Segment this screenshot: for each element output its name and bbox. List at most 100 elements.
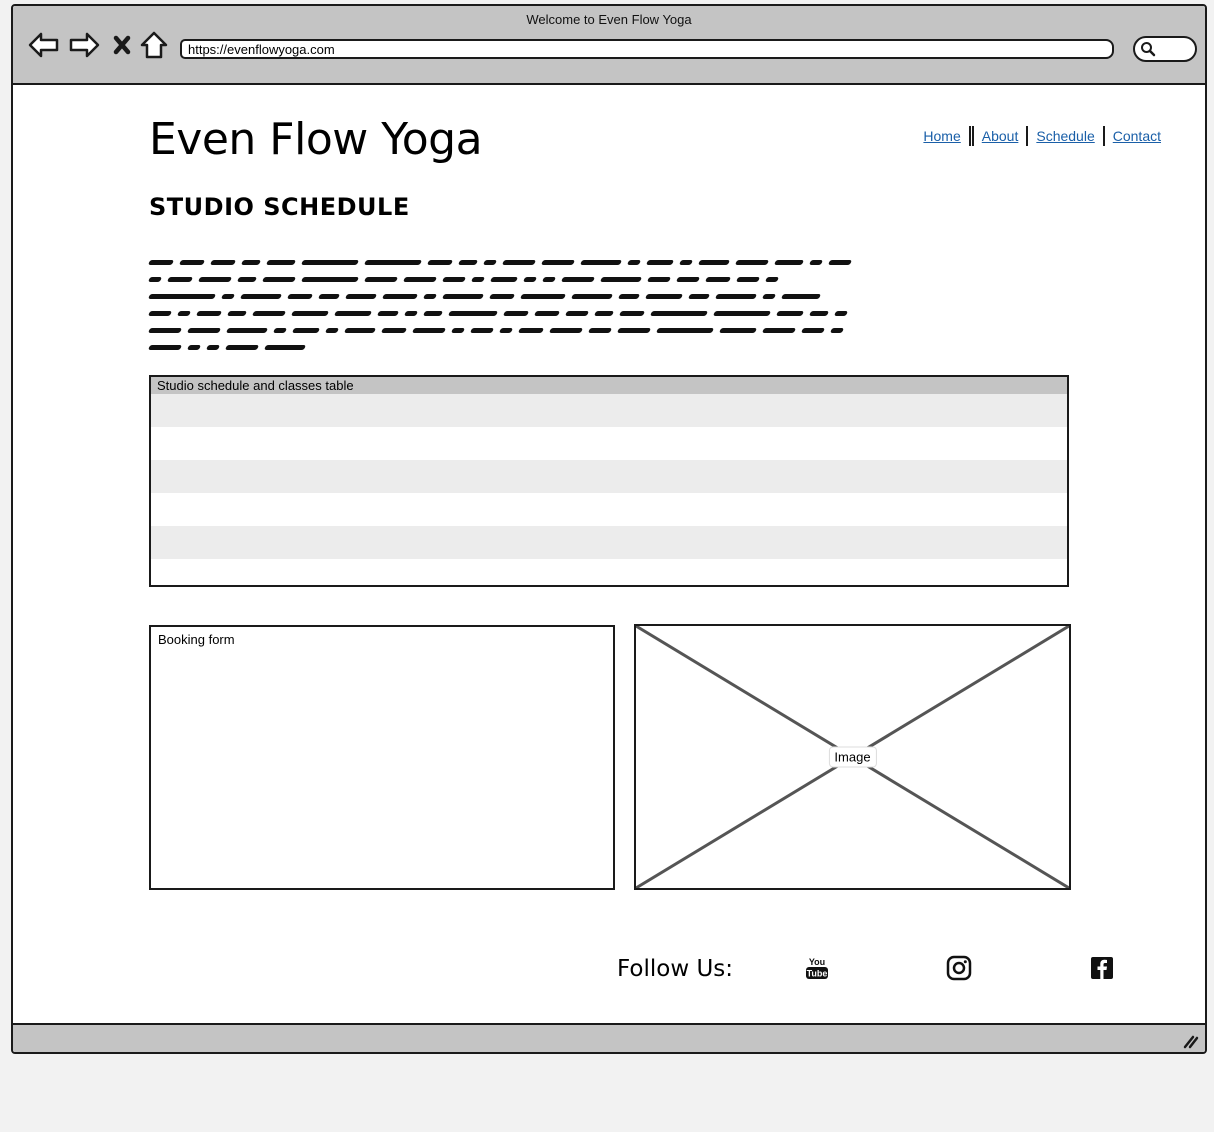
browser-statusbar (13, 1023, 1205, 1052)
placeholder-word (655, 328, 715, 333)
placeholder-text-line (147, 322, 1061, 339)
placeholder-word (697, 260, 731, 265)
placeholder-word (447, 311, 499, 316)
placeholder-word (579, 260, 623, 265)
placeholder-word (587, 328, 613, 333)
forward-arrow-icon[interactable] (67, 28, 101, 62)
placeholder-word (540, 260, 576, 265)
table-row (151, 493, 1067, 526)
browser-window: Welcome to Even Flow Yoga https://evenfl… (11, 4, 1207, 1054)
placeholder-word (300, 277, 360, 282)
facebook-icon[interactable] (1088, 954, 1116, 982)
placeholder-word (166, 277, 194, 282)
placeholder-word (176, 311, 192, 316)
placeholder-word (261, 277, 297, 282)
placeholder-text-line (147, 305, 1061, 322)
placeholder-word (272, 328, 288, 333)
booking-form[interactable]: Booking form (149, 625, 615, 890)
placeholder-word (827, 260, 853, 265)
placeholder-word (522, 277, 538, 282)
nav-link-about[interactable]: About (974, 128, 1027, 144)
instagram-icon[interactable] (945, 954, 973, 982)
browser-toolbar: Welcome to Even Flow Yoga https://evenfl… (13, 6, 1205, 85)
placeholder-word (422, 311, 444, 316)
placeholder-word (482, 260, 498, 265)
placeholder-word (265, 260, 297, 265)
placeholder-word (519, 294, 567, 299)
placeholder-word (317, 294, 341, 299)
resize-grip-icon[interactable] (1181, 1031, 1199, 1049)
placeholder-word (441, 294, 485, 299)
back-arrow-icon[interactable] (27, 28, 61, 62)
placeholder-word (616, 328, 652, 333)
placeholder-word (186, 345, 202, 350)
placeholder-word (402, 277, 438, 282)
placeholder-word (645, 260, 675, 265)
placeholder-word (734, 260, 770, 265)
nav-link-contact[interactable]: Contact (1105, 128, 1169, 144)
placeholder-text-line (147, 288, 1061, 305)
svg-text:Tube: Tube (807, 969, 828, 979)
placeholder-word (239, 294, 283, 299)
placeholder-word (263, 345, 307, 350)
url-input[interactable]: https://evenflowyoga.com (180, 39, 1114, 59)
table-row (151, 559, 1067, 585)
table-header: Studio schedule and classes table (151, 377, 1067, 394)
placeholder-word (147, 311, 173, 316)
placeholder-word (195, 311, 223, 316)
placeholder-word (197, 277, 233, 282)
placeholder-word (626, 260, 642, 265)
placeholder-word (251, 311, 287, 316)
schedule-table: Studio schedule and classes table (149, 375, 1069, 587)
placeholder-word (618, 311, 646, 316)
placeholder-word (833, 311, 849, 316)
placeholder-word (290, 311, 330, 316)
nav-link-schedule[interactable]: Schedule (1028, 128, 1102, 144)
placeholder-word (712, 311, 772, 316)
nav-link-home[interactable]: Home (915, 128, 968, 144)
window-title: Welcome to Even Flow Yoga (526, 12, 692, 27)
placeholder-word (808, 260, 824, 265)
table-row (151, 427, 1067, 460)
placeholder-word (380, 328, 408, 333)
placeholder-word (599, 277, 643, 282)
placeholder-word (403, 311, 419, 316)
close-icon[interactable] (107, 28, 141, 62)
placeholder-word (205, 345, 221, 350)
placeholder-word (502, 311, 530, 316)
home-icon[interactable] (137, 28, 171, 62)
placeholder-word (780, 294, 822, 299)
svg-text:You: You (809, 957, 825, 967)
placeholder-word (775, 311, 805, 316)
placeholder-word (735, 277, 761, 282)
search-button[interactable] (1133, 36, 1197, 62)
section-title: STUDIO SCHEDULE (149, 193, 410, 221)
site-title: Even Flow Yoga (149, 114, 483, 165)
image-placeholder: Image (634, 624, 1071, 890)
placeholder-word (800, 328, 826, 333)
table-row (151, 394, 1067, 427)
placeholder-word (411, 328, 447, 333)
placeholder-word (517, 328, 545, 333)
placeholder-word (646, 277, 672, 282)
placeholder-word (426, 260, 454, 265)
placeholder-word (687, 294, 711, 299)
placeholder-word (363, 260, 423, 265)
placeholder-word (324, 328, 340, 333)
placeholder-word (343, 328, 377, 333)
placeholder-word (226, 311, 248, 316)
placeholder-word (236, 277, 258, 282)
placeholder-text-line (147, 271, 1061, 288)
placeholder-word (617, 294, 641, 299)
placeholder-word (441, 277, 467, 282)
placeholder-word (829, 328, 845, 333)
placeholder-word (240, 260, 262, 265)
placeholder-word (548, 328, 584, 333)
placeholder-word (718, 328, 758, 333)
placeholder-word (675, 277, 701, 282)
page-content: Even Flow Yoga Home About Schedule Conta… (13, 86, 1205, 1023)
placeholder-word (381, 294, 419, 299)
table-row (151, 526, 1067, 559)
follow-label: Follow Us: (617, 956, 734, 982)
youtube-icon[interactable]: You Tube (803, 954, 831, 982)
